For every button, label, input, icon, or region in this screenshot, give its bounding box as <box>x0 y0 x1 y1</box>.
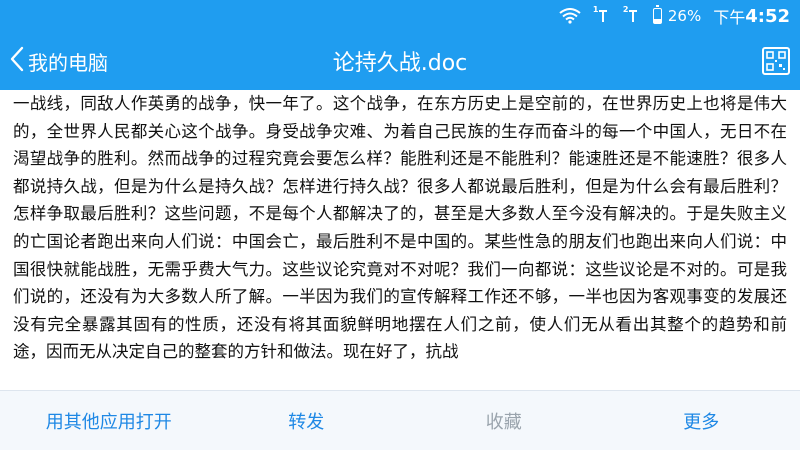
more-button[interactable]: 更多 <box>603 408 800 434</box>
document-content[interactable]: 一战线，同敌人作英勇的战争，快一年了。这个战争，在东方历史上是空前的，在世界历史… <box>0 90 800 390</box>
clock-period: 下午 <box>713 8 746 27</box>
page-title: 论持久战.doc <box>332 51 468 76</box>
clock-time: 4:52 <box>745 5 790 27</box>
qr-scan-button[interactable] <box>762 47 790 75</box>
favorite-button[interactable]: 收藏 <box>405 408 603 434</box>
clock: 下午 4:52 <box>713 4 790 28</box>
title-bar: 我的电脑 论持久战.doc <box>0 32 800 90</box>
forward-button[interactable]: 转发 <box>208 408 406 434</box>
battery-percent: 26% <box>667 7 702 25</box>
battery-icon <box>652 5 662 24</box>
sim2-signal-icon: 2 <box>623 6 641 23</box>
back-button[interactable]: 我的电脑 <box>10 32 108 90</box>
document-text: 一战线，同敌人作英勇的战争，快一年了。这个战争，在东方历史上是空前的，在世界历史… <box>13 94 787 362</box>
back-label: 我的电脑 <box>28 50 108 75</box>
qr-scan-icon <box>766 51 786 71</box>
chevron-left-icon <box>10 46 24 76</box>
battery-fill <box>653 19 661 23</box>
bottom-action-bar: 用其他应用打开 转发 收藏 更多 <box>0 390 800 450</box>
wifi-icon <box>559 8 581 24</box>
sim1-signal-icon: 1 <box>593 6 611 23</box>
battery-indicator: 26% <box>652 5 702 25</box>
status-bar: 1 2 26% 下午 4:52 <box>0 0 800 32</box>
open-with-button[interactable]: 用其他应用打开 <box>0 408 208 434</box>
